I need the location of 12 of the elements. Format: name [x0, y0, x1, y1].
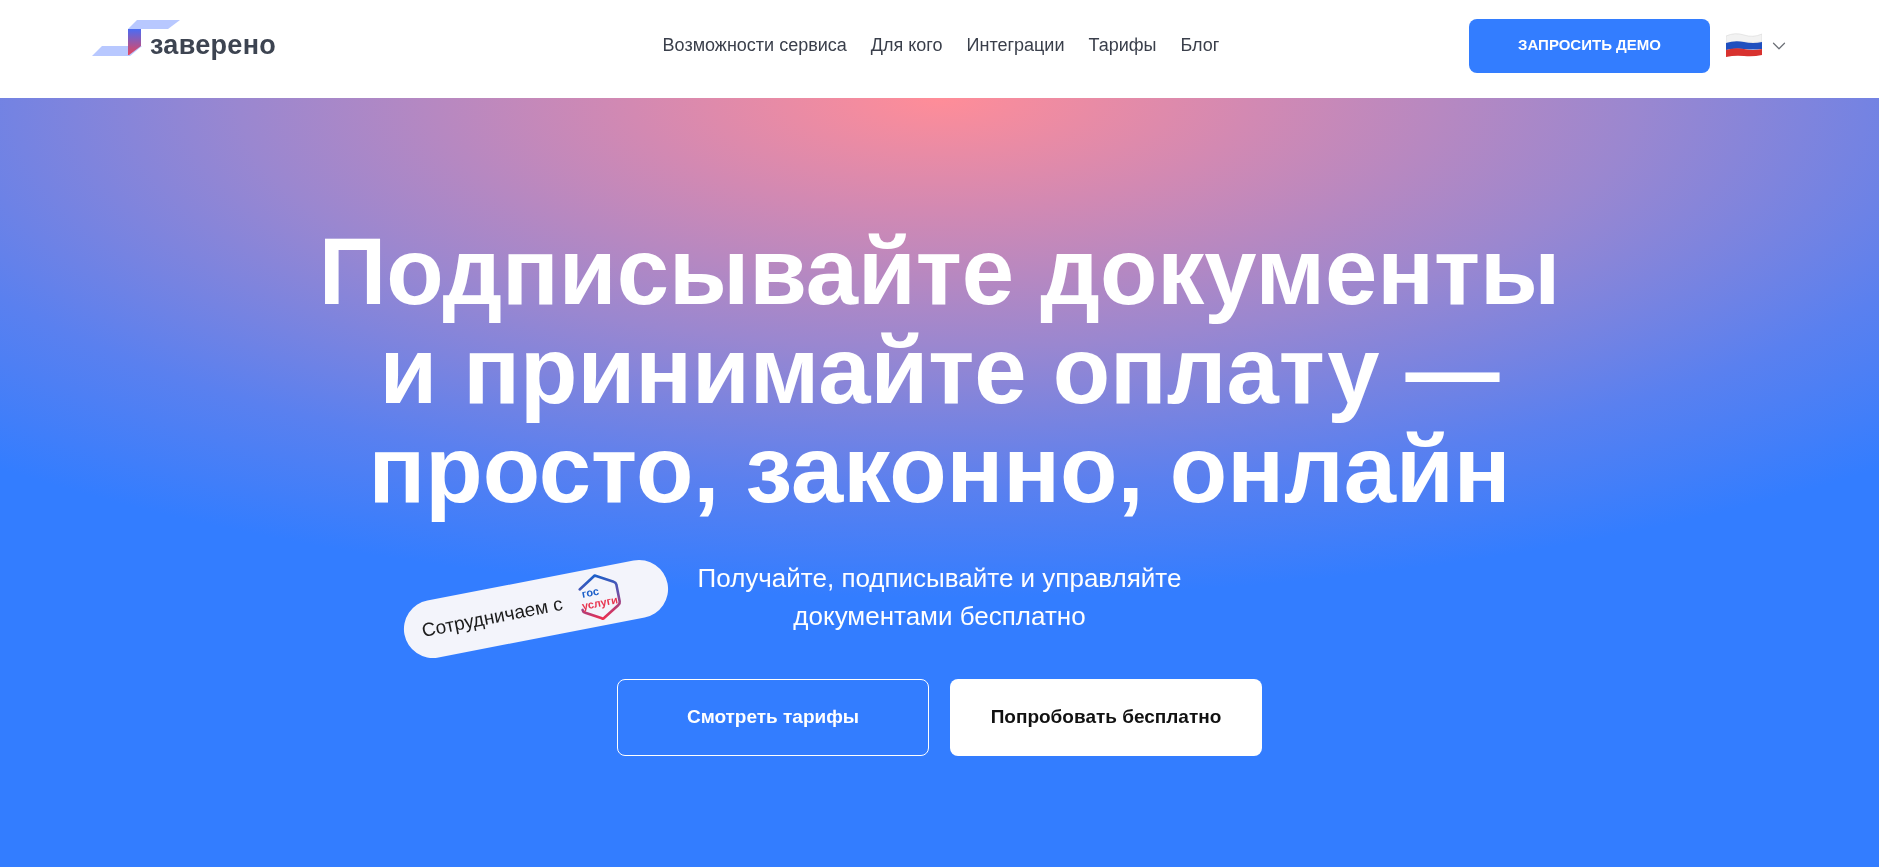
hero-cta-button[interactable]: Попробовать бесплатно [950, 679, 1262, 756]
partner-logo-text: гос [580, 584, 600, 600]
nav-link[interactable]: Интеграции [966, 32, 1065, 59]
nav-link[interactable]: Тарифы [1088, 32, 1157, 59]
tricolor-flag-icon [1726, 33, 1762, 58]
request-demo-button[interactable]: ЗАПРОСИТЬ ДЕМО [1469, 18, 1710, 73]
hero-subtitle: Получайте, подписывайте и управляйте документами бесплатно [697, 562, 1182, 633]
hero-cta-button[interactable]: Смотреть тарифы [617, 679, 929, 756]
nav-link[interactable]: Блог [1180, 32, 1220, 59]
nav-link[interactable]: Возможности сервиса [662, 32, 847, 59]
logo-wordmark[interactable]: заверено [150, 32, 277, 59]
nav-link[interactable]: Для кого [870, 32, 943, 59]
